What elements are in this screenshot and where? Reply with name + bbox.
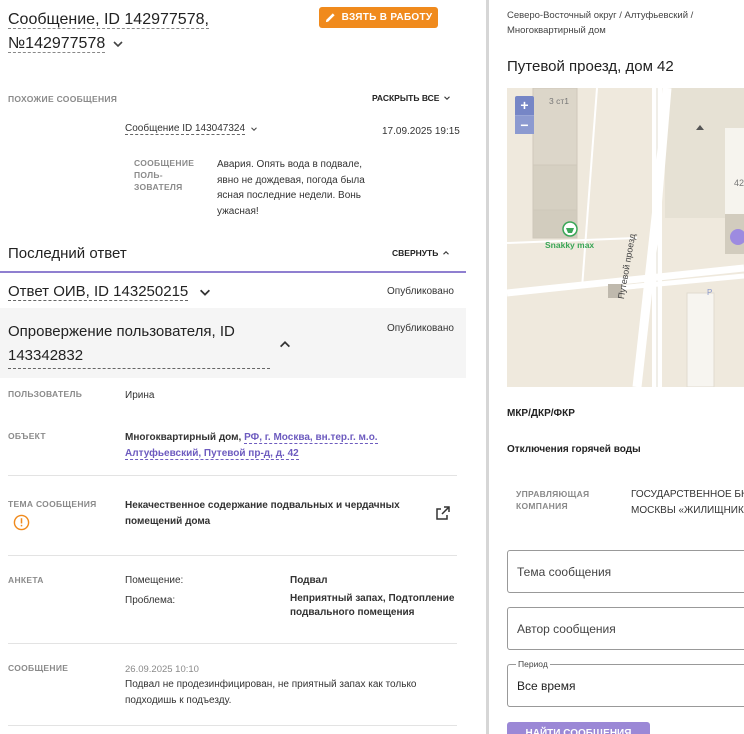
message-line: Подвал не продезинфицирован, не приятный… <box>125 679 417 690</box>
problem-line: подвального помещения <box>290 607 415 618</box>
user-message-line: ужасная! <box>217 205 259 217</box>
divider <box>8 725 457 726</box>
problem-line: Неприятный запах, Подтопление <box>290 593 455 604</box>
oiv-answer-title: Ответ ОИВ, ID 143250215 <box>8 283 189 301</box>
map[interactable]: + − 3 ст1 Snakky max Путевой проезд 42 P <box>507 88 744 387</box>
last-answer-heading: Последний ответ <box>8 245 127 262</box>
user-message-text: Авария. Опять вода в подвале, явно не до… <box>217 157 365 219</box>
topic-search-placeholder: Тема сообщения <box>517 564 612 579</box>
form-label: АНКЕТА <box>8 575 44 585</box>
page-title: Сообщение, ID 142977578, №142977578 <box>8 8 308 56</box>
divider <box>8 555 457 556</box>
user-message-line: ясная последние недели. Вонь <box>217 190 361 201</box>
message-date: 26.09.2025 10:10 <box>125 664 199 675</box>
chevron-down-icon <box>251 127 257 131</box>
management-label-line: КОМПАНИЯ <box>516 501 568 511</box>
object-value: Многоквартирный дом, РФ, г. Москва, вн.т… <box>125 430 425 461</box>
topic-value: Некачественное содержание подвальных и ч… <box>125 498 415 529</box>
problem-key: Проблема: <box>125 595 176 606</box>
zoom-in-button[interactable]: + <box>515 96 534 115</box>
divider <box>8 643 457 644</box>
refutation-title[interactable]: Опровержение пользователя, ID 143342832 <box>8 320 270 369</box>
map-zoom-controls: + − <box>515 96 534 134</box>
user-message-line: явно не дождевая, погода была <box>217 174 365 186</box>
map-building-label: 3 ст1 <box>549 96 569 106</box>
author-search-input[interactable]: Автор сообщения <box>507 607 744 650</box>
management-label: УПРАВЛЯЮЩАЯ КОМПАНИЯ <box>516 488 589 512</box>
user-message-label-2: ПОЛЬ- <box>134 170 163 180</box>
take-to-work-button[interactable]: ВЗЯТЬ В РАБОТУ <box>319 7 438 28</box>
collapse-label: СВЕРНУТЬ <box>392 248 439 258</box>
object-panel: Северо-Восточный округ / Алтуфьевский / … <box>489 0 744 734</box>
problem-value: Неприятный запах, Подтопление подвальног… <box>290 592 454 620</box>
topic-line: помещений дома <box>125 515 211 527</box>
similar-message-date: 17.09.2025 19:15 <box>382 126 460 137</box>
author-search-placeholder: Автор сообщения <box>517 621 616 636</box>
room-value: Подвал <box>290 575 328 586</box>
room-key: Помещение: <box>125 575 184 586</box>
warning-icon <box>13 514 30 531</box>
period-select[interactable]: Период Все время <box>507 659 744 707</box>
object-type: Многоквартирный дом, <box>125 432 242 443</box>
title-line-1: Сообщение, ID 142977578, <box>8 11 209 29</box>
outage-label: Отключения горячей воды <box>507 444 641 455</box>
divider <box>8 475 457 476</box>
user-value: Ирина <box>125 390 155 401</box>
chevron-down-icon <box>200 289 211 296</box>
chevron-down-icon[interactable] <box>110 36 126 52</box>
parking-icon: P <box>707 288 713 297</box>
user-message-label-3: ЗОВАТЕЛЯ <box>134 182 183 192</box>
object-address-link[interactable]: РФ, г. Москва, вн.тер.г. м.о. <box>244 432 378 444</box>
period-value: Все время <box>517 678 576 693</box>
message-label: СООБЩЕНИЕ <box>8 663 69 673</box>
message-line: подходишь к подъезду. <box>125 694 232 706</box>
user-message-label: СООБЩЕНИЕ ПОЛЬ- ЗОВАТЕЛЯ <box>134 157 194 193</box>
chevron-up-icon[interactable] <box>278 337 292 351</box>
user-message-label-1: СООБЩЕНИЕ <box>134 158 195 168</box>
user-message-line: Авария. Опять вода в подвале, <box>217 159 363 170</box>
refutation-title-line: Опровержение пользователя, ID <box>8 323 235 340</box>
management-label-line: УПРАВЛЯЮЩАЯ <box>516 489 590 499</box>
expand-all-label: РАСКРЫТЬ ВСЕ <box>372 93 440 103</box>
management-value-line: МОСКВЫ «ЖИЛИЩНИК <box>631 504 744 516</box>
chevron-up-icon <box>443 250 450 255</box>
oiv-status: Опубликовано <box>387 286 454 297</box>
zoom-out-button[interactable]: − <box>515 115 534 134</box>
collapse-button[interactable]: СВЕРНУТЬ <box>392 248 451 258</box>
open-external-icon[interactable] <box>435 505 451 521</box>
category-label: МКР/ДКР/ФКР <box>507 408 575 419</box>
management-value: ГОСУДАРСТВЕННОЕ БЮ МОСКВЫ «ЖИЛИЩНИК <box>631 487 744 518</box>
pencil-icon <box>325 13 335 23</box>
message-text: Подвал не продезинфицирован, не приятный… <box>125 677 417 708</box>
user-label: ПОЛЬЗОВАТЕЛЬ <box>8 389 83 399</box>
map-house-number: 42 <box>734 178 744 188</box>
title-line-2[interactable]: №142977578 <box>8 35 106 53</box>
breadcrumb-line[interactable]: Многоквартирный дом <box>507 25 606 36</box>
message-panel: Сообщение, ID 142977578, №142977578 ВЗЯТ… <box>0 0 486 734</box>
object-address-title: Путевой проезд, дом 42 <box>507 58 674 75</box>
period-label: Период <box>516 659 550 669</box>
refutation-status: Опубликовано <box>387 323 454 334</box>
take-to-work-label: ВЗЯТЬ В РАБОТУ <box>341 12 433 23</box>
similar-section-label: ПОХОЖИЕ СООБЩЕНИЯ <box>8 94 118 104</box>
topic-label: ТЕМА СООБЩЕНИЯ <box>8 499 97 509</box>
topic-search-input[interactable]: Тема сообщения <box>507 550 744 593</box>
chevron-down-icon <box>444 96 451 101</box>
expand-all-button[interactable]: РАСКРЫТЬ ВСЕ <box>372 93 452 103</box>
map-poi-label[interactable]: Snakky max <box>545 240 594 250</box>
section-divider <box>0 271 466 273</box>
refutation-title-line: 143342832 <box>8 347 84 364</box>
breadcrumb-line[interactable]: Северо-Восточный округ / Алтуфьевский / <box>507 10 693 21</box>
breadcrumb: Северо-Восточный округ / Алтуфьевский / … <box>507 8 737 38</box>
object-label: ОБЪЕКТ <box>8 431 46 441</box>
similar-message-id: Сообщение ID 143047324 <box>125 123 246 135</box>
management-value-line: ГОСУДАРСТВЕННОЕ БЮ <box>631 489 744 500</box>
oiv-answer-toggle[interactable]: Ответ ОИВ, ID 143250215 <box>8 283 212 301</box>
object-address-link[interactable]: Алтуфьевский, Путевой пр-д, д. 42 <box>125 447 299 460</box>
similar-message-link[interactable]: Сообщение ID 143047324 <box>125 123 259 135</box>
topic-line: Некачественное содержание подвальных и ч… <box>125 500 400 511</box>
find-messages-button[interactable]: НАЙТИ СООБЩЕНИЯ <box>507 722 650 734</box>
